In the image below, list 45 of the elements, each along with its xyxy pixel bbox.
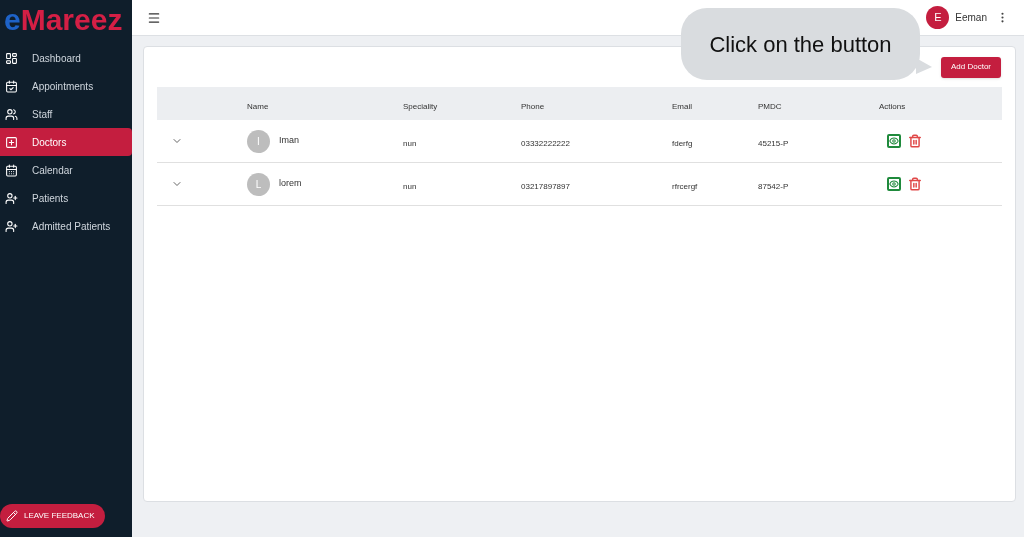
table-cell: 03217897897 bbox=[521, 182, 570, 191]
table-cell: nun bbox=[403, 182, 417, 191]
table-cell: Iman bbox=[279, 134, 299, 148]
people-icon bbox=[5, 107, 18, 121]
delete-icon[interactable] bbox=[908, 177, 922, 191]
view-icon[interactable] bbox=[887, 177, 901, 191]
pencil-icon bbox=[6, 510, 18, 522]
table-cell: 45215-P bbox=[758, 139, 789, 148]
logo: eMareez bbox=[3, 2, 124, 38]
user-avatar[interactable]: E bbox=[926, 6, 950, 29]
column-header: Phone bbox=[521, 101, 545, 111]
table-cell: 03332222222 bbox=[521, 139, 570, 148]
sidebar-item[interactable]: Admitted Patients bbox=[0, 212, 132, 240]
calendar-icon bbox=[5, 163, 18, 177]
add-doctor-button[interactable]: Add Doctor bbox=[940, 56, 1001, 78]
column-header: Name bbox=[247, 101, 269, 111]
user-name: Eeman bbox=[955, 11, 987, 25]
delete-icon[interactable] bbox=[908, 134, 922, 148]
leave-feedback-button[interactable]: LEAVE FEEDBACK bbox=[0, 504, 105, 528]
sidebar-item[interactable]: Patients bbox=[0, 184, 132, 212]
callout-bubble: Click on the button bbox=[681, 8, 920, 80]
table-cell: 87542-P bbox=[758, 182, 789, 191]
dashboard-icon bbox=[5, 51, 18, 65]
table-cell: nun bbox=[403, 139, 417, 148]
plus-square-icon bbox=[5, 135, 18, 149]
callout-tail-icon bbox=[916, 58, 932, 74]
avatar: I bbox=[247, 129, 270, 153]
table-cell: fderfg bbox=[672, 139, 693, 148]
sidebar-item[interactable]: Staff bbox=[0, 100, 132, 128]
sidebar-item[interactable]: Calendar bbox=[0, 156, 132, 184]
sidebar-item[interactable]: Appointments bbox=[0, 72, 132, 100]
user-plus-icon bbox=[5, 219, 18, 233]
column-header: Email bbox=[672, 101, 692, 111]
column-header: Speciality bbox=[403, 101, 438, 111]
sidebar-item[interactable]: Doctors bbox=[0, 128, 132, 156]
table-cell: lorem bbox=[279, 177, 302, 191]
user-plus-icon bbox=[5, 191, 18, 205]
menu-icon[interactable] bbox=[147, 10, 161, 25]
column-header: Actions bbox=[879, 101, 906, 111]
table-cell: rfrcergf bbox=[672, 182, 698, 191]
sidebar-item[interactable]: Dashboard bbox=[0, 44, 132, 72]
calendar-icon bbox=[5, 79, 18, 93]
view-icon[interactable] bbox=[887, 134, 901, 148]
column-header: PMDC bbox=[758, 101, 782, 111]
avatar: L bbox=[247, 172, 270, 196]
